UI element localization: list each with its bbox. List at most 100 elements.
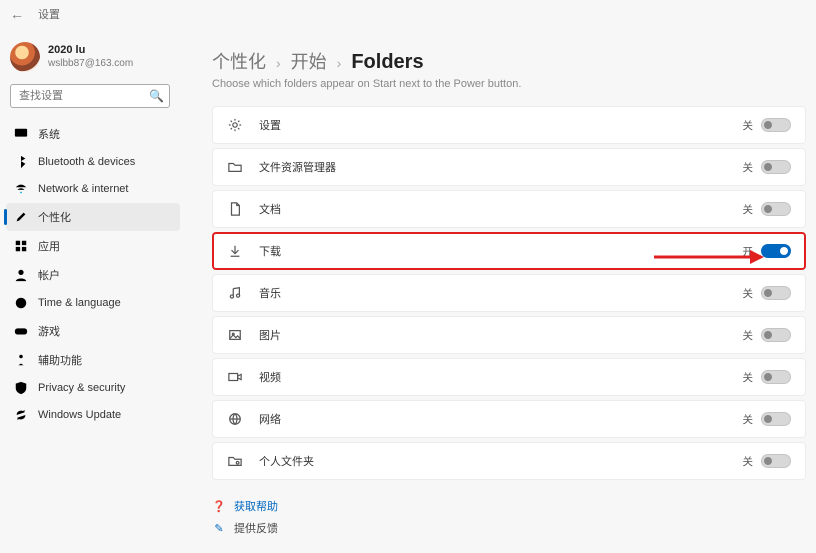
toggle-state-label: 关 bbox=[743, 286, 754, 301]
sidebar-item-update[interactable]: Windows Update bbox=[6, 402, 180, 428]
sidebar-item-label: Bluetooth & devices bbox=[38, 156, 135, 168]
get-help-label: 获取帮助 bbox=[234, 498, 278, 514]
main-content: 个性化 › 开始 › Folders Choose which folders … bbox=[180, 28, 816, 553]
sidebar-item-label: Network & internet bbox=[38, 183, 128, 195]
titlebar-title: 设置 bbox=[38, 6, 60, 22]
toggle-state-label: 关 bbox=[743, 118, 754, 133]
sidebar-item-system[interactable]: 系统 bbox=[6, 120, 180, 148]
toggle-state-label: 关 bbox=[743, 328, 754, 343]
grid-icon bbox=[14, 239, 28, 253]
access-icon bbox=[14, 353, 28, 367]
monitor-icon bbox=[14, 127, 28, 141]
folder-row-label: 下载 bbox=[259, 243, 743, 259]
sidebar-item-time[interactable]: Time & language bbox=[6, 290, 180, 316]
doc-icon bbox=[227, 201, 243, 217]
toggle-explorer[interactable] bbox=[761, 160, 791, 174]
sidebar: 2020 lu wslbb87@163.com 🔍 系统 Bluetooth & … bbox=[0, 28, 180, 553]
clock-icon bbox=[14, 296, 28, 310]
sidebar-item-network[interactable]: Network & internet bbox=[6, 176, 180, 202]
wifi-icon bbox=[14, 182, 28, 196]
breadcrumb: 个性化 › 开始 › Folders bbox=[212, 48, 806, 74]
toggle-settings[interactable] bbox=[761, 118, 791, 132]
avatar bbox=[10, 42, 40, 72]
toggle-state-label: 开 bbox=[743, 244, 754, 259]
toggle-downloads[interactable] bbox=[761, 244, 791, 258]
toggle-pictures[interactable] bbox=[761, 328, 791, 342]
update-icon bbox=[14, 408, 28, 422]
sidebar-item-label: 游戏 bbox=[38, 323, 60, 339]
brush-icon bbox=[14, 210, 28, 224]
sidebar-item-label: Windows Update bbox=[38, 409, 121, 421]
feedback-icon: ✎ bbox=[212, 522, 226, 535]
folder-row-label: 图片 bbox=[259, 327, 743, 343]
sidebar-item-label: Privacy & security bbox=[38, 382, 125, 394]
globe-icon bbox=[227, 411, 243, 427]
help-icon: ❓ bbox=[212, 500, 226, 513]
sidebar-item-label: 帐户 bbox=[38, 267, 60, 283]
gear-icon bbox=[227, 117, 243, 133]
folder-toggle-list: 设置关文件资源管理器关文档关下载开音乐关图片关视频关网络关个人文件夹关 bbox=[212, 106, 806, 480]
video-icon bbox=[227, 369, 243, 385]
folder-row-downloads: 下载开 bbox=[212, 232, 806, 270]
back-button[interactable]: ← bbox=[10, 6, 24, 22]
sidebar-item-apps[interactable]: 应用 bbox=[6, 232, 180, 260]
feedback-link[interactable]: ✎ 提供反馈 bbox=[212, 520, 806, 536]
folder-row-label: 文件资源管理器 bbox=[259, 159, 743, 175]
get-help-link[interactable]: ❓ 获取帮助 bbox=[212, 498, 806, 514]
folder-row-label: 个人文件夹 bbox=[259, 453, 743, 469]
breadcrumb-personalization[interactable]: 个性化 bbox=[212, 48, 266, 74]
toggle-state-label: 关 bbox=[743, 160, 754, 175]
toggle-documents[interactable] bbox=[761, 202, 791, 216]
breadcrumb-start[interactable]: 开始 bbox=[291, 48, 327, 74]
folder-row-personalf: 个人文件夹关 bbox=[212, 442, 806, 480]
search-input[interactable] bbox=[10, 84, 170, 108]
folder-row-network: 网络关 bbox=[212, 400, 806, 438]
sidebar-item-bluetooth[interactable]: Bluetooth & devices bbox=[6, 149, 180, 175]
folder-row-label: 文档 bbox=[259, 201, 743, 217]
folder-row-label: 设置 bbox=[259, 117, 743, 133]
sidebar-item-gaming[interactable]: 游戏 bbox=[6, 317, 180, 345]
toggle-state-label: 关 bbox=[743, 454, 754, 469]
folder-row-documents: 文档关 bbox=[212, 190, 806, 228]
toggle-state-label: 关 bbox=[743, 412, 754, 427]
pfolder-icon bbox=[227, 453, 243, 469]
shield-icon bbox=[14, 381, 28, 395]
folder-row-music: 音乐关 bbox=[212, 274, 806, 312]
profile-name: 2020 lu bbox=[48, 44, 133, 57]
toggle-state-label: 关 bbox=[743, 370, 754, 385]
search-box[interactable]: 🔍 bbox=[10, 84, 170, 108]
game-icon bbox=[14, 324, 28, 338]
titlebar: ← 设置 bbox=[0, 0, 816, 28]
page-subtitle: Choose which folders appear on Start nex… bbox=[212, 78, 806, 90]
bt-icon bbox=[14, 155, 28, 169]
profile-email: wslbb87@163.com bbox=[48, 58, 133, 70]
chevron-right-icon: › bbox=[337, 55, 342, 71]
folder-row-label: 音乐 bbox=[259, 285, 743, 301]
sidebar-item-label: 辅助功能 bbox=[38, 352, 82, 368]
feedback-label: 提供反馈 bbox=[234, 520, 278, 536]
folder-row-settings: 设置关 bbox=[212, 106, 806, 144]
nav-list: 系统 Bluetooth & devices Network & internet 个… bbox=[6, 120, 180, 428]
sidebar-item-privacy[interactable]: Privacy & security bbox=[6, 375, 180, 401]
chevron-right-icon: › bbox=[276, 55, 281, 71]
sidebar-item-accounts[interactable]: 帐户 bbox=[6, 261, 180, 289]
toggle-videos[interactable] bbox=[761, 370, 791, 384]
sidebar-item-label: 系统 bbox=[38, 126, 60, 142]
sidebar-item-label: 应用 bbox=[38, 238, 60, 254]
download-icon bbox=[227, 243, 243, 259]
profile-block[interactable]: 2020 lu wslbb87@163.com bbox=[6, 38, 180, 84]
toggle-personalf[interactable] bbox=[761, 454, 791, 468]
sidebar-item-access[interactable]: 辅助功能 bbox=[6, 346, 180, 374]
sidebar-item-label: Time & language bbox=[38, 297, 121, 309]
toggle-music[interactable] bbox=[761, 286, 791, 300]
folder-icon bbox=[227, 159, 243, 175]
toggle-network[interactable] bbox=[761, 412, 791, 426]
folder-row-label: 网络 bbox=[259, 411, 743, 427]
person-icon bbox=[14, 268, 28, 282]
folder-row-videos: 视频关 bbox=[212, 358, 806, 396]
sidebar-item-personal[interactable]: 个性化 bbox=[6, 203, 180, 231]
image-icon bbox=[227, 327, 243, 343]
sidebar-item-label: 个性化 bbox=[38, 209, 71, 225]
folder-row-label: 视频 bbox=[259, 369, 743, 385]
folder-row-pictures: 图片关 bbox=[212, 316, 806, 354]
